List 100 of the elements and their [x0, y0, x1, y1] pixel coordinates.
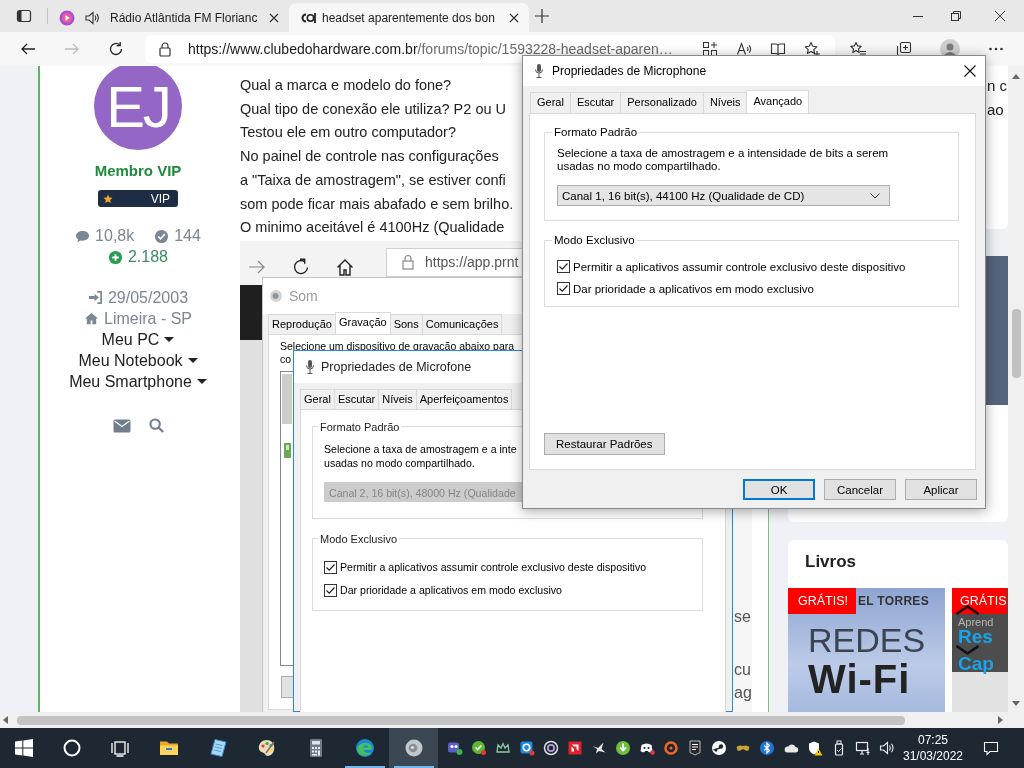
refresh-icon[interactable]: [108, 41, 124, 57]
checkbox[interactable]: [324, 583, 337, 597]
checkbox-label[interactable]: Dar prioridade a aplicativos em modo exclusivo: [340, 584, 562, 597]
cover-text: Wi-Fi: [808, 660, 911, 698]
profile-menu[interactable]: Meu Notebook: [78, 350, 198, 371]
taskbar-app[interactable]: [389, 728, 438, 768]
browser-tab[interactable]: headset aparentemente dos bon: [289, 3, 529, 32]
sign-in-icon: [87, 290, 103, 305]
lens-icon[interactable]: [519, 740, 535, 756]
post-text: O minimo aceitável é 4100Hz (Qualidade: [240, 218, 505, 238]
network-icon[interactable]: [855, 740, 871, 756]
checkbox-label[interactable]: Permitir a aplicativos assumir controle exclusivo deste dispositivo: [340, 561, 647, 574]
shield-logo-icon[interactable]: [687, 740, 703, 756]
circle-icon[interactable]: [62, 738, 82, 758]
chevron-up-icon[interactable]: [955, 605, 980, 615]
caret-icon: [196, 379, 207, 384]
speaker-icon[interactable]: [84, 9, 100, 26]
read-aloud-icon[interactable]: [736, 41, 752, 57]
checkbox[interactable]: [324, 560, 337, 574]
grid-icon[interactable]: [702, 41, 718, 57]
book-cover[interactable]: GRÁTIS Aprend Res Cap: [952, 588, 1008, 712]
arrow-tile-icon[interactable]: [567, 740, 583, 756]
checkbox[interactable]: [557, 282, 570, 295]
close-icon[interactable]: [269, 12, 279, 23]
shield-warning-icon[interactable]: [807, 740, 823, 756]
star-plus-icon[interactable]: [804, 41, 820, 57]
profile-menu[interactable]: Meu PC: [101, 329, 175, 350]
arrow-up-icon[interactable]: [1012, 74, 1020, 79]
plus-icon[interactable]: [535, 9, 549, 23]
caret-icon: [187, 358, 198, 363]
arrow-right-icon[interactable]: [998, 716, 1003, 724]
lock-icon[interactable]: [158, 41, 172, 57]
dialog-button[interactable]: Aplicar: [905, 479, 977, 500]
vertical-scrollbar[interactable]: [1008, 66, 1024, 712]
clock-date[interactable]: 31/03/2022: [900, 748, 966, 764]
reputation-count: 2.188: [127, 247, 168, 267]
download-icon[interactable]: [615, 740, 631, 756]
dialog-button[interactable]: OK: [743, 479, 815, 500]
instruction-text: co: [280, 352, 292, 366]
dialog-button[interactable]: Cancelar: [824, 479, 896, 500]
check-circle-icon[interactable]: [471, 740, 487, 756]
restore-defaults-button[interactable]: Restaurar Padrões: [544, 433, 665, 455]
scrollbar-thumb[interactable]: [17, 715, 905, 725]
dialog-tab[interactable]: Avançado: [746, 90, 810, 113]
clock-time[interactable]: 07:25: [900, 732, 966, 748]
device-icon: [283, 441, 292, 459]
notification-icon[interactable]: [983, 740, 999, 756]
search-icon[interactable]: [148, 418, 164, 433]
dialog-tab[interactable]: Aperfeiçoamentos: [415, 388, 513, 409]
arrow-right-icon: [249, 259, 265, 274]
team-icon[interactable]: [447, 740, 463, 756]
book-cover[interactable]: GRÁTIS! EL TORRES REDES Wi-Fi: [788, 588, 945, 712]
cover-text: Aprend: [958, 616, 994, 628]
site-logo-icon: [299, 11, 317, 24]
browser-tab[interactable]: Rádio Atlântida FM Florianc: [49, 3, 289, 32]
location: Limeira - SP: [104, 309, 192, 329]
dialog-tab[interactable]: Geral: [300, 388, 335, 409]
card-text: n c: [987, 76, 1008, 96]
group-label: Formato Padrão: [319, 419, 401, 434]
cover-text: REDES: [808, 622, 926, 658]
checkbox-label[interactable]: Permitir a aplicativos assumir controle exclusivo deste dispositivo: [573, 260, 906, 273]
disc-icon[interactable]: [711, 740, 727, 756]
horizontal-scrollbar[interactable]: [0, 712, 1024, 728]
close-icon[interactable]: [509, 12, 519, 23]
tab-actions-icon[interactable]: [16, 8, 32, 24]
scrollbar-thumb[interactable]: [282, 373, 292, 424]
checkbox[interactable]: [557, 260, 570, 273]
help-text: Selecione a taxa de amostragem e a inte: [324, 441, 517, 456]
scrollbar-thumb[interactable]: [1011, 309, 1021, 378]
badge-label: VIP: [150, 191, 170, 206]
checkbox-label[interactable]: Dar prioridade a aplicativos em modo exclusivo: [573, 282, 814, 295]
dialog-tab[interactable]: Reprodução: [268, 313, 336, 334]
instruction-text: Selecione um dispositivo de gravação abaixo para: [280, 339, 515, 353]
play-circle-icon: [59, 9, 75, 26]
orbit-icon[interactable]: [663, 740, 679, 756]
plus-circle-icon: [107, 249, 123, 265]
arrow-left-icon[interactable]: [20, 41, 36, 57]
start-icon[interactable]: [14, 738, 34, 758]
book-icon[interactable]: [770, 41, 786, 57]
dialog-tab[interactable]: Geral: [530, 92, 571, 113]
microphone-icon: [534, 63, 544, 79]
task-view-icon[interactable]: [110, 738, 130, 758]
arrow-down-icon[interactable]: [1012, 701, 1020, 706]
format-dropdown[interactable]: Canal 1, 16 bit(s), 44100 Hz (Qualidade de CD): [557, 185, 890, 206]
help-text: usadas no modo compartilhado.: [324, 455, 475, 470]
avatar[interactable]: EJ: [94, 66, 182, 150]
close-icon[interactable]: [964, 65, 976, 77]
comment-icon: [75, 228, 91, 244]
window-title: Propriedades de Microphone: [552, 64, 707, 78]
profile-menu[interactable]: Meu Smartphone: [69, 371, 207, 392]
crown-icon[interactable]: [495, 740, 511, 756]
ring-icon[interactable]: [543, 740, 559, 756]
volume-icon[interactable]: [879, 740, 895, 756]
solution-count: 144: [174, 226, 201, 246]
restore-icon[interactable]: [951, 11, 961, 21]
star-list-icon[interactable]: [850, 41, 866, 57]
bluetooth-icon[interactable]: [759, 740, 775, 756]
post-text: som pode ficar mais abafado e sem brilho.: [240, 194, 514, 214]
close-icon[interactable]: [995, 11, 1005, 21]
envelope-icon[interactable]: [112, 418, 131, 433]
